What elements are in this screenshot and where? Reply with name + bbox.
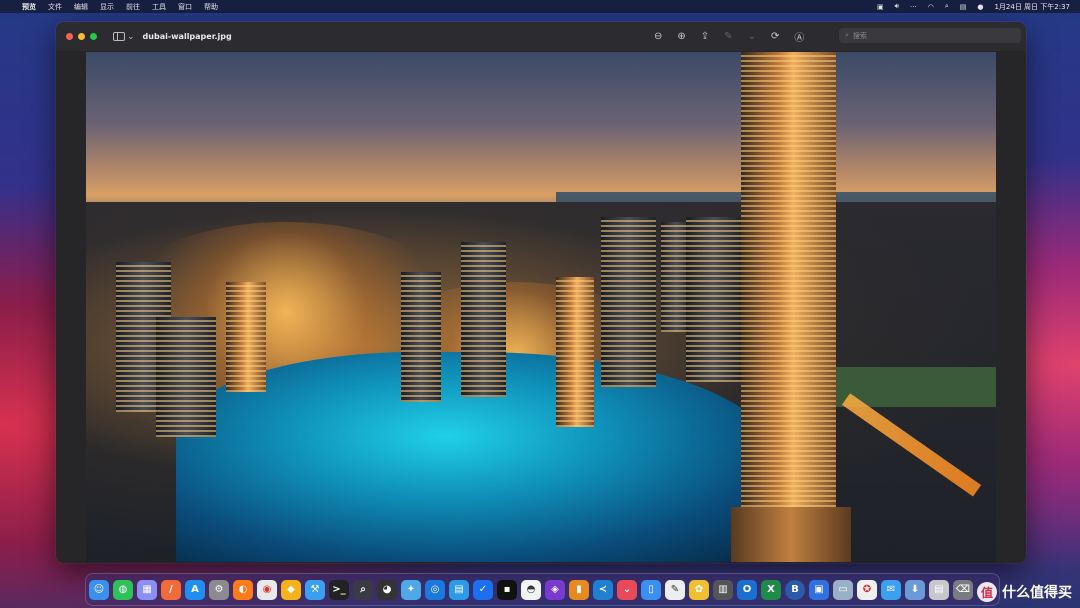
search-field[interactable]: ⌕ 搜索	[839, 28, 1021, 43]
menu-bar: 预览 文件 编辑 显示 前往 工具 窗口 帮助 ▣ 🔊︎ ··· ◠ ⌕ ▤ ●…	[0, 0, 1080, 13]
docker-icon[interactable]: ▤	[449, 579, 469, 600]
window-title: dubai-wallpaper.jpg	[142, 32, 232, 41]
dock: ☺ ◍ ▦ / A ⚙ ◐ ◉ ◆ ⚒ >_ ⌕ ◕ ✦ ◎ ▤ ✓ ▪ ◓ ◈…	[85, 573, 1000, 606]
menu-tools[interactable]: 工具	[152, 2, 166, 12]
trash-icon[interactable]: ⌫	[953, 579, 973, 600]
sidebar-toggle-button[interactable]: ⌄	[113, 32, 135, 42]
image-canvas	[56, 51, 1026, 563]
xcode-icon[interactable]: ⚒	[305, 579, 325, 600]
pocket-icon[interactable]: ⌄	[617, 579, 637, 600]
window-toolbar: ⌄ dubai-wallpaper.jpg ⊖ ⊕ ⇪ ✎ ⌄ ⟳ Ⓐ ⌕ 搜索	[56, 22, 1026, 52]
menu-app-name[interactable]: 预览	[22, 2, 36, 12]
vscode-icon[interactable]: ≺	[593, 579, 613, 600]
downloads-folder-icon[interactable]: ⬇	[905, 579, 925, 600]
markup-icon[interactable]: ✎	[724, 31, 732, 42]
task-icon[interactable]: ▣	[809, 579, 829, 600]
preview-window: ⌄ dubai-wallpaper.jpg ⊖ ⊕ ⇪ ✎ ⌄ ⟳ Ⓐ ⌕ 搜索	[56, 22, 1026, 563]
photo-tower	[461, 242, 506, 397]
spotlight-icon[interactable]: ⌕	[945, 2, 949, 11]
photo-tower	[556, 277, 594, 427]
control-center-icon[interactable]: ▤	[960, 3, 967, 11]
status-app-icon[interactable]: ▣	[877, 3, 884, 11]
watermark: 值 什么值得买	[977, 582, 1072, 602]
browser-icon[interactable]: ◎	[425, 579, 445, 600]
zoom-in-icon[interactable]: ⊕	[677, 31, 685, 42]
close-button[interactable]	[66, 33, 73, 40]
rotate-icon[interactable]: ⟳	[771, 31, 779, 42]
photo-tower	[601, 217, 656, 387]
menu-help[interactable]: 帮助	[204, 2, 218, 12]
chrome-icon[interactable]: ◉	[257, 579, 277, 600]
wifi-icon[interactable]: ◠	[928, 3, 934, 11]
activity-monitor-icon[interactable]: ▥	[713, 579, 733, 600]
photo-tower	[156, 317, 216, 437]
terminal-icon[interactable]: >_	[329, 579, 349, 600]
annotate-icon[interactable]: Ⓐ	[794, 29, 804, 44]
system-preferences-icon[interactable]: ⚙	[209, 579, 229, 600]
share-icon[interactable]: ⇪	[701, 31, 709, 42]
books-icon[interactable]: ▮	[569, 579, 589, 600]
markup-chevron-icon[interactable]: ⌄	[748, 31, 756, 42]
zoom-out-icon[interactable]: ⊖	[654, 31, 662, 42]
photo-cayan-tower	[741, 52, 836, 522]
firefox-icon[interactable]: ◐	[233, 579, 253, 600]
search-icon: ⌕	[845, 31, 849, 39]
menubar-clock[interactable]: 1月24日 周日 下午2:37	[994, 2, 1070, 12]
todo-icon[interactable]: ✓	[473, 579, 493, 600]
textedit-icon[interactable]: ✎	[665, 579, 685, 600]
document-icon[interactable]: ▤	[929, 579, 949, 600]
sidebar-icon	[113, 32, 125, 41]
volume-icon[interactable]: 🔊︎	[895, 2, 899, 11]
outlook-icon[interactable]: O	[737, 579, 757, 600]
photo-tower	[686, 217, 741, 382]
jetbrains-icon[interactable]: ▪	[497, 579, 517, 600]
app-icon[interactable]: ◓	[521, 579, 541, 600]
alfred-icon[interactable]: ⌕	[353, 579, 373, 600]
minimize-button[interactable]	[78, 33, 85, 40]
preview-icon[interactable]: ▭	[833, 579, 853, 600]
finder-icon[interactable]: ☺	[89, 579, 109, 600]
photo-tower-base	[731, 507, 851, 562]
photo-tower	[401, 272, 441, 402]
swift-playgrounds-icon[interactable]: /	[161, 579, 181, 600]
menu-go[interactable]: 前往	[126, 2, 140, 12]
toolbar-tools: ⊖ ⊕ ⇪ ✎ ⌄ ⟳ Ⓐ	[654, 22, 804, 51]
zoom-button[interactable]	[90, 33, 97, 40]
siri-icon[interactable]: ●	[977, 3, 983, 11]
bbedit-icon[interactable]: B	[785, 579, 805, 600]
search-placeholder: 搜索	[852, 31, 867, 40]
menu-window[interactable]: 窗口	[178, 2, 192, 12]
tes-icon[interactable]: ✿	[689, 579, 709, 600]
menu-view[interactable]: 显示	[100, 2, 114, 12]
bookmark-icon[interactable]: ▯	[641, 579, 661, 600]
watermark-text: 什么值得买	[1002, 585, 1072, 601]
nova-icon[interactable]: ◈	[545, 579, 565, 600]
sketch-icon[interactable]: ◆	[281, 579, 301, 600]
wechat-icon[interactable]: ◍	[113, 579, 133, 600]
chevron-down-icon: ⌄	[127, 31, 135, 42]
more-icon[interactable]: ···	[910, 3, 917, 11]
watermark-logo: 值	[977, 582, 997, 602]
github-desktop-icon[interactable]: ◕	[377, 579, 397, 600]
excel-icon[interactable]: X	[761, 579, 781, 600]
launchpad-icon[interactable]: ▦	[137, 579, 157, 600]
traffic-lights	[56, 33, 97, 40]
menu-edit[interactable]: 编辑	[74, 2, 88, 12]
mail-icon[interactable]: ✉	[881, 579, 901, 600]
menu-file[interactable]: 文件	[48, 2, 62, 12]
dubai-photo[interactable]	[86, 52, 996, 562]
app-store-icon[interactable]: A	[185, 579, 205, 600]
tweetbot-icon[interactable]: ✦	[401, 579, 421, 600]
photos-icon[interactable]: ✪	[857, 579, 877, 600]
photo-tower	[226, 282, 266, 392]
